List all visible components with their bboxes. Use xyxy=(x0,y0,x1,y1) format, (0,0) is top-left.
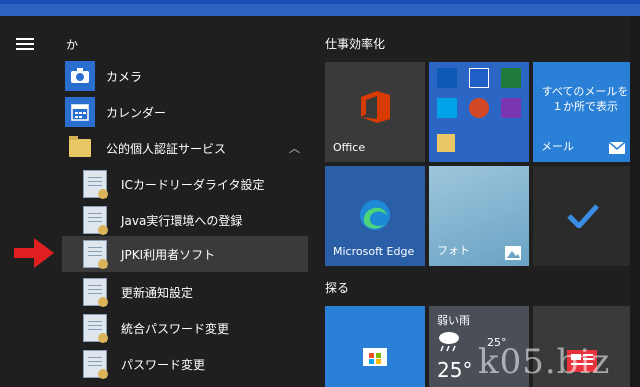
weather-condition: 弱い雨 xyxy=(437,314,470,327)
app-label: カレンダー xyxy=(106,105,167,120)
app-label: ICカードリーダライタ設定 xyxy=(121,177,265,192)
left-rail xyxy=(0,16,56,387)
jpki-app-icon xyxy=(80,169,110,199)
group-title-explore: 探る xyxy=(325,281,350,295)
skype-icon xyxy=(437,98,457,118)
camera-icon xyxy=(65,61,95,91)
app-item-calendar[interactable]: カレンダー xyxy=(62,94,308,130)
red-arrow-icon xyxy=(14,238,54,268)
mail-promo-text: すべてのメールを１か所で表示 xyxy=(541,85,629,113)
tile-store[interactable] xyxy=(325,306,425,387)
tile-edge[interactable]: Microsoft Edge xyxy=(325,166,425,266)
app-label: 統合パスワード変更 xyxy=(121,321,230,336)
jpki-app-icon xyxy=(80,277,110,307)
tile-label: Office xyxy=(333,141,366,154)
jpki-app-icon xyxy=(80,239,110,269)
scrollbar[interactable] xyxy=(630,16,640,387)
folder-item-update-notify[interactable]: 更新通知設定 xyxy=(62,274,308,310)
office-icon xyxy=(361,91,390,123)
app-item-camera[interactable]: カメラ xyxy=(62,58,308,94)
photos-icon xyxy=(505,246,521,260)
app-label: パスワード変更 xyxy=(121,357,206,372)
title-bar xyxy=(0,0,640,16)
folder-item-unified-password[interactable]: 統合パスワード変更 xyxy=(62,310,308,346)
tile-photos[interactable]: フォト xyxy=(429,166,529,266)
jpki-app-icon xyxy=(80,313,110,343)
tile-todo[interactable] xyxy=(533,166,633,266)
tile-mail[interactable]: すべてのメールを１か所で表示 メール xyxy=(533,62,633,162)
app-label: 更新通知設定 xyxy=(121,285,194,300)
section-letter[interactable]: か xyxy=(66,36,78,53)
folder-icon xyxy=(65,133,95,163)
tile-label: フォト xyxy=(437,244,470,257)
app-label: Java実行環境への登録 xyxy=(121,213,243,228)
app-folder-jpki[interactable]: 公的個人認証サービス ︿ xyxy=(62,130,308,166)
jpki-app-icon xyxy=(80,349,110,379)
onenote-icon xyxy=(501,98,521,118)
folder-item-java-register[interactable]: Java実行環境への登録 xyxy=(62,202,308,238)
powerpoint-icon xyxy=(469,98,489,118)
app-label: 公的個人認証サービス xyxy=(106,141,227,156)
jpki-app-icon xyxy=(80,205,110,235)
folder-item-ic-reader[interactable]: ICカードリーダライタ設定 xyxy=(62,166,308,202)
rain-cloud-icon xyxy=(439,332,459,352)
chevron-up-icon[interactable]: ︿ xyxy=(289,140,300,156)
folder-item-password-change[interactable]: パスワード変更 xyxy=(62,346,308,382)
folder-item-jpki-user-soft[interactable]: JPKI利用者ソフト xyxy=(62,236,308,272)
weather-temp: 25° xyxy=(437,358,473,382)
app-label: JPKI利用者ソフト xyxy=(121,247,216,262)
tile-label: Microsoft Edge xyxy=(333,245,415,258)
menu-icon[interactable] xyxy=(16,38,34,50)
outlook-icon xyxy=(437,68,457,88)
calendar-icon xyxy=(65,97,95,127)
app-list: か カメラ カレンダー 公的個人認証サービス ︿ ICカードリーダライタ設定 J… xyxy=(56,16,310,387)
group-title-productivity: 仕事効率化 xyxy=(325,37,386,51)
title-bar-strip xyxy=(0,0,640,4)
todo-check-icon xyxy=(567,204,599,228)
app-label: カメラ xyxy=(106,69,143,84)
excel-icon xyxy=(501,68,521,88)
store-icon xyxy=(363,348,387,366)
watermark-text: k05.biz xyxy=(478,342,611,382)
tile-label: メール xyxy=(541,140,574,153)
tile-office-apps-folder[interactable] xyxy=(429,62,529,162)
folder-icon xyxy=(437,134,455,152)
edge-icon xyxy=(360,200,390,230)
mail-icon xyxy=(609,142,625,154)
word-icon xyxy=(469,68,489,88)
tile-office[interactable]: Office xyxy=(325,62,425,162)
tile-area: 仕事効率化 Office すべてのメールを１か所で表示 メール Microsof… xyxy=(310,16,640,387)
